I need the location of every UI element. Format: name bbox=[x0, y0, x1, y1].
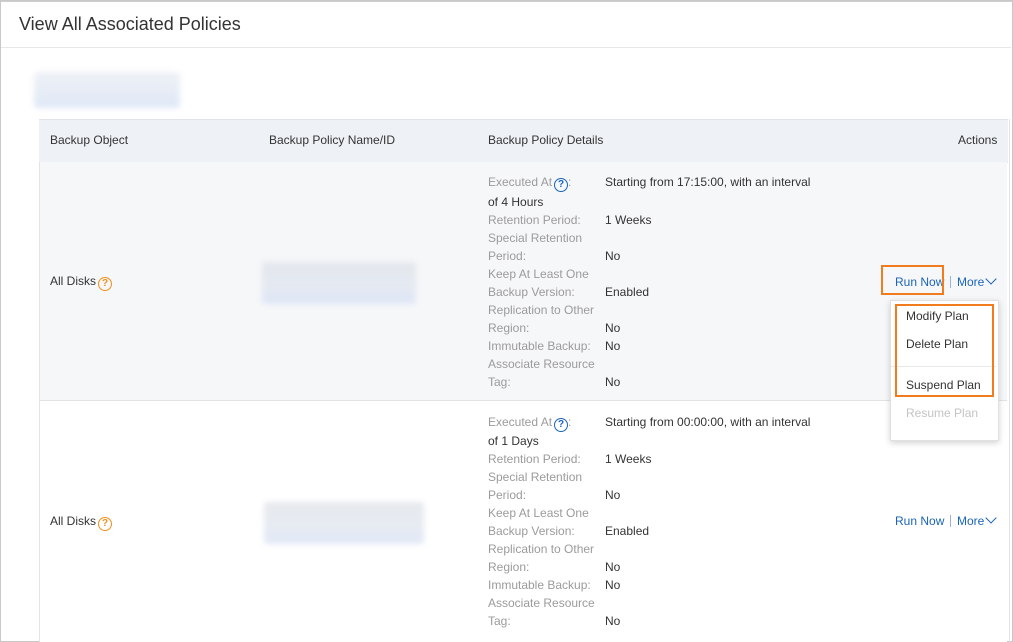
replication-value: No bbox=[605, 560, 621, 574]
more-button[interactable]: More bbox=[957, 273, 998, 289]
menu-item-resume-plan: Resume Plan bbox=[906, 406, 979, 420]
run-now-highlight bbox=[881, 265, 944, 295]
chevron-down-icon bbox=[985, 512, 998, 524]
keep-one-value: Enabled bbox=[605, 285, 650, 299]
retention-label: Retention Period: bbox=[488, 213, 581, 227]
resource-tag-label: Associate Resource bbox=[488, 596, 595, 610]
header-backup-object: Backup Object bbox=[50, 133, 129, 147]
executed-at-label: Executed At?: bbox=[488, 415, 572, 432]
special-retention-label-2: Period: bbox=[488, 249, 527, 263]
action-separator bbox=[950, 276, 951, 288]
replication-value: No bbox=[605, 321, 621, 335]
menu-highlight bbox=[895, 304, 994, 397]
keep-one-label: Keep At Least One bbox=[488, 506, 589, 520]
immutable-value: No bbox=[605, 339, 621, 353]
executed-at-value: Starting from 17:15:00, with an interval bbox=[605, 175, 811, 189]
replication-label: Replication to Other bbox=[488, 303, 595, 317]
special-retention-value: No bbox=[605, 249, 621, 263]
question-circle-icon[interactable]: ? bbox=[98, 517, 113, 531]
special-retention-label: Special Retention bbox=[488, 231, 583, 245]
run-now-button[interactable]: Run Now bbox=[895, 514, 944, 528]
page-title: View All Associated Policies bbox=[19, 14, 241, 34]
resource-tag-value: No bbox=[605, 375, 621, 389]
more-button[interactable]: More bbox=[957, 512, 998, 528]
replication-label-2: Region: bbox=[488, 560, 530, 574]
retention-label: Retention Period: bbox=[488, 452, 581, 466]
executed-at-interval: of 4 Hours bbox=[488, 195, 544, 209]
keep-one-value: Enabled bbox=[605, 524, 650, 538]
redacted-instance-info bbox=[34, 72, 180, 108]
replication-label: Replication to Other bbox=[488, 542, 595, 556]
backup-object-label: All Disks bbox=[50, 514, 97, 528]
question-circle-icon[interactable]: ? bbox=[98, 277, 113, 291]
resource-tag-label-2: Tag: bbox=[488, 375, 511, 389]
immutable-label: Immutable Backup: bbox=[488, 339, 591, 353]
redacted-policy-name bbox=[264, 502, 424, 544]
backup-object-cell: All Disks? bbox=[50, 272, 113, 291]
executed-at-interval: of 1 Days bbox=[488, 434, 539, 448]
action-separator bbox=[950, 515, 951, 527]
replication-label-2: Region: bbox=[488, 321, 530, 335]
retention-value: 1 Weeks bbox=[605, 213, 652, 227]
backup-object-cell: All Disks? bbox=[50, 512, 113, 531]
special-retention-label: Special Retention bbox=[488, 470, 583, 484]
chevron-down-icon bbox=[985, 273, 998, 285]
question-circle-icon[interactable]: ? bbox=[554, 178, 569, 192]
executed-at-value: Starting from 00:00:00, with an interval bbox=[605, 415, 811, 429]
resource-tag-label-2: Tag: bbox=[488, 614, 511, 628]
immutable-value: No bbox=[605, 578, 621, 592]
immutable-label: Immutable Backup: bbox=[488, 578, 591, 592]
question-circle-icon[interactable]: ? bbox=[554, 418, 569, 432]
title-divider bbox=[1, 47, 1011, 48]
resource-tag-value: No bbox=[605, 614, 621, 628]
resource-tag-label: Associate Resource bbox=[488, 357, 595, 371]
special-retention-label-2: Period: bbox=[488, 488, 527, 502]
keep-one-label: Keep At Least One bbox=[488, 267, 589, 281]
executed-at-label: Executed At?: bbox=[488, 175, 572, 192]
backup-object-label: All Disks bbox=[50, 274, 97, 288]
keep-one-label-2: Backup Version: bbox=[488, 285, 575, 299]
header-policy-name: Backup Policy Name/ID bbox=[269, 133, 396, 147]
special-retention-value: No bbox=[605, 488, 621, 502]
retention-value: 1 Weeks bbox=[605, 452, 652, 466]
redacted-policy-name bbox=[262, 262, 416, 304]
keep-one-label-2: Backup Version: bbox=[488, 524, 575, 538]
header-actions: Actions bbox=[958, 133, 998, 147]
header-policy-details: Backup Policy Details bbox=[488, 133, 604, 147]
